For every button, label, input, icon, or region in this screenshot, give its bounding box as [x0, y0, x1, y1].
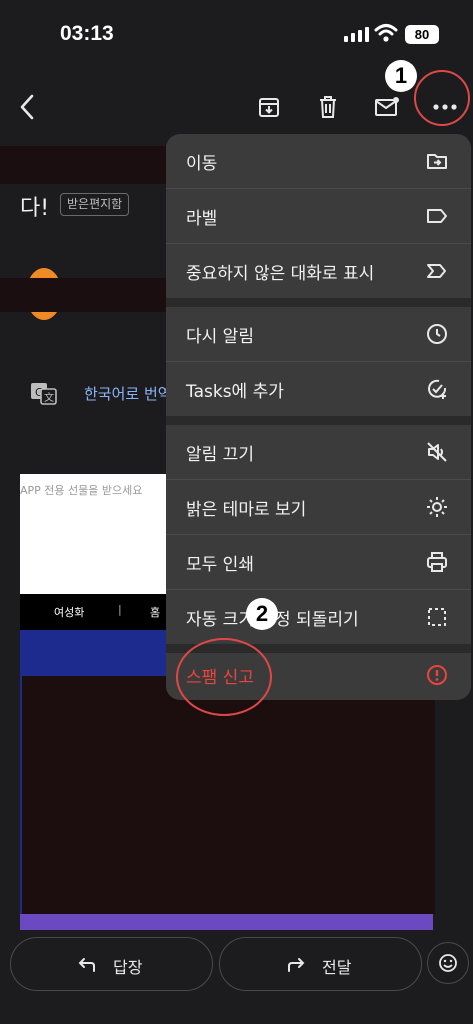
- archive-icon: [259, 98, 279, 117]
- email-nav-link[interactable]: 홈: [150, 604, 160, 620]
- menu-item-label: 중요하지 않은 대화로 표시: [186, 264, 375, 284]
- annotation-step-1: 1: [385, 60, 417, 92]
- menu-item-move[interactable]: 이동: [166, 134, 471, 188]
- annotation-circle: [414, 70, 470, 126]
- reply-button[interactable]: 답장: [10, 937, 213, 991]
- snooze-clock-icon: [427, 324, 447, 344]
- forward-label: 전달: [322, 958, 352, 977]
- trash-icon: [320, 96, 336, 118]
- back-button[interactable]: [12, 92, 42, 122]
- menu-item-label: 라벨: [186, 209, 218, 229]
- battery-indicator: 80: [405, 25, 439, 44]
- overflow-menu: 이동 라벨 중요하지 않은 대화로 표시 다시 알림 Tasks에 추가 알림 …: [166, 134, 471, 700]
- menu-item-label: 이동: [186, 154, 218, 174]
- move-to-folder-icon: [427, 154, 447, 169]
- menu-item-light-theme[interactable]: 밝은 테마로 보기: [166, 480, 471, 534]
- menu-item-revert-autosize[interactable]: 자동 크기 조정 되돌리기: [166, 590, 471, 644]
- forward-button[interactable]: 전달: [219, 937, 422, 991]
- promo-text: APP 전용 선물을 받으세요: [20, 484, 143, 497]
- report-spam-icon: [427, 665, 447, 685]
- menu-item-label: 밝은 테마로 보기: [186, 500, 307, 520]
- annotation-circle: [176, 638, 272, 716]
- email-banner: APP 전용 선물을 받으세요: [20, 474, 170, 594]
- mail-icon: [375, 97, 399, 116]
- reply-label: 답장: [113, 958, 143, 977]
- forward-icon: [288, 958, 305, 972]
- reply-icon: [78, 958, 95, 972]
- email-nav-link[interactable]: 여성화: [54, 604, 84, 620]
- menu-item-label: 모두 인쇄: [186, 555, 254, 575]
- revert-autosize-icon: [428, 608, 446, 626]
- notifications-off-icon: [427, 442, 447, 462]
- smiley-icon: [439, 954, 457, 972]
- delete-button[interactable]: [313, 92, 343, 122]
- svg-text:文: 文: [44, 391, 54, 404]
- menu-item-add-task[interactable]: Tasks에 추가: [166, 362, 471, 416]
- back-arrow-icon: [20, 94, 34, 120]
- mark-unread-button[interactable]: [372, 92, 402, 122]
- menu-item-label: Tasks에 추가: [186, 382, 284, 402]
- email-subject: 다!: [20, 196, 50, 221]
- menu-item-label[interactable]: 라벨: [166, 189, 471, 243]
- redaction-block: [0, 146, 166, 184]
- archive-button[interactable]: [254, 92, 284, 122]
- add-task-icon: [428, 379, 447, 399]
- wifi-icon: [374, 24, 398, 42]
- print-icon: [427, 552, 447, 572]
- email-nav-separator: |: [118, 603, 122, 616]
- email-cartoon-image: [20, 914, 433, 930]
- menu-item-label: 알림 끄기: [186, 445, 254, 465]
- menu-item-label: 다시 알림: [186, 327, 254, 347]
- translate-icon: G 文: [31, 383, 57, 405]
- light-theme-icon: [427, 497, 447, 517]
- translate-link[interactable]: 한국어로 번역: [84, 383, 172, 404]
- menu-item-not-important[interactable]: 중요하지 않은 대화로 표시: [166, 244, 471, 298]
- annotation-step-2: 2: [246, 598, 278, 630]
- redaction-block: [0, 278, 166, 312]
- bottom-action-bar: 답장 전달: [0, 930, 473, 1024]
- menu-item-mute[interactable]: 알림 끄기: [166, 425, 471, 479]
- email-nav-bar: 여성화 | 홈: [20, 594, 170, 630]
- emoji-reaction-button[interactable]: [427, 942, 469, 984]
- status-time: 03:13: [60, 22, 114, 45]
- label-icon: [427, 209, 447, 223]
- mark-not-important-icon: [427, 264, 446, 278]
- menu-item-print-all[interactable]: 모두 인쇄: [166, 535, 471, 589]
- folder-badge[interactable]: 받은편지함: [60, 193, 130, 216]
- cellular-signal-icon: [344, 26, 369, 42]
- menu-item-snooze[interactable]: 다시 알림: [166, 307, 471, 361]
